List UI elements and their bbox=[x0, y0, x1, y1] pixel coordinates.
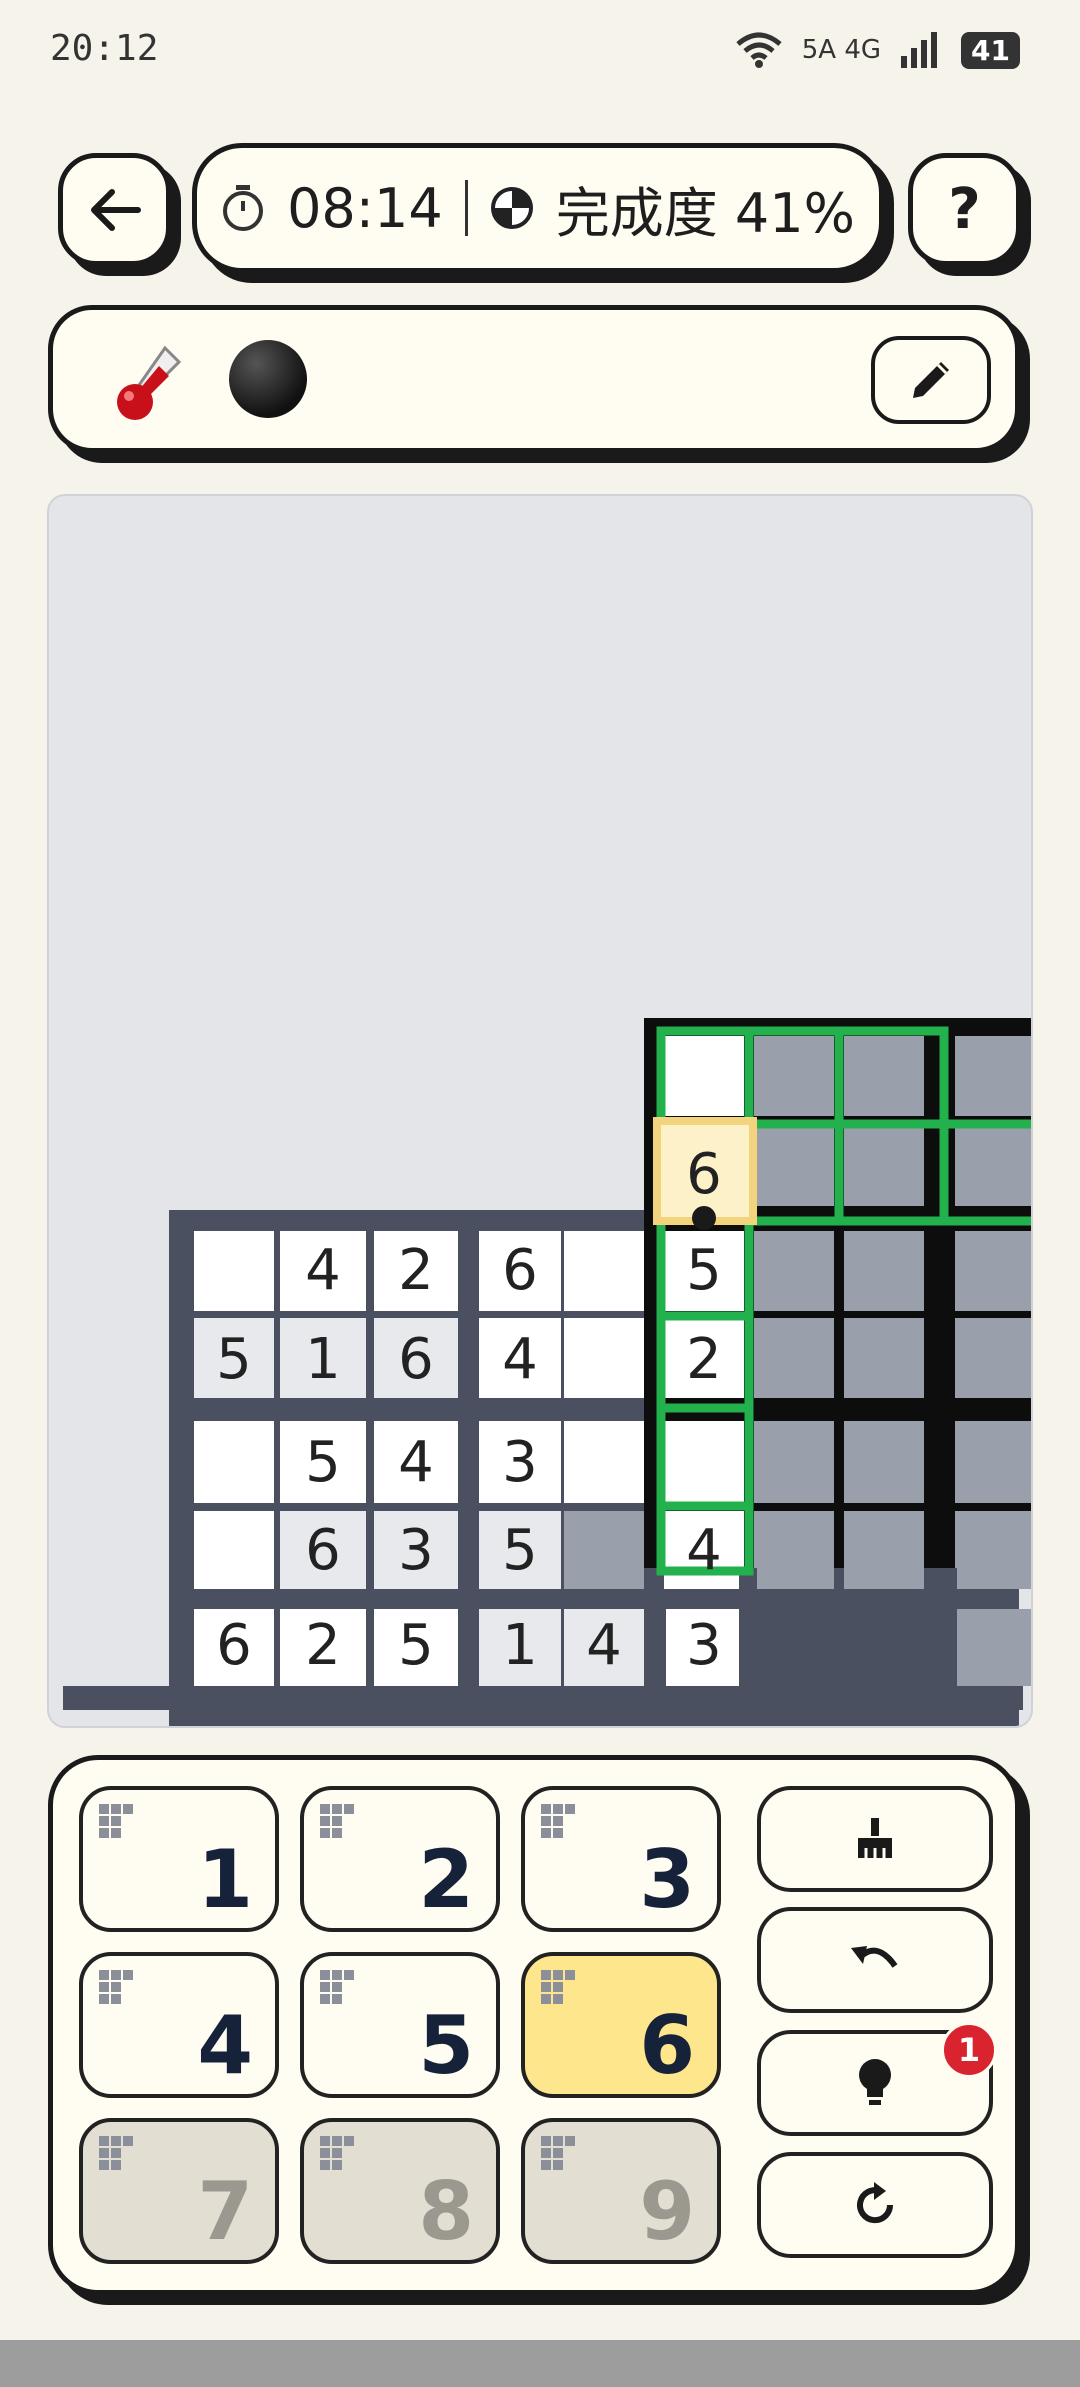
undo-button[interactable] bbox=[757, 1907, 993, 2013]
board-cell-value[interactable]: 4 bbox=[398, 1430, 434, 1495]
board-cell-value[interactable]: 3 bbox=[398, 1518, 434, 1583]
board-cell-value[interactable]: 4 bbox=[305, 1238, 341, 1303]
board-cell-value[interactable]: 2 bbox=[686, 1327, 722, 1392]
number-key-6[interactable]: 6 bbox=[521, 1952, 721, 2098]
gray-cells bbox=[754, 1036, 1031, 1686]
lightbulb-icon bbox=[859, 2059, 891, 2105]
pencil-mode-button[interactable] bbox=[871, 336, 991, 424]
notes-grid-icon bbox=[541, 1804, 575, 1838]
board-cell-value[interactable]: 5 bbox=[686, 1238, 722, 1303]
system-nav-bar bbox=[0, 2340, 1080, 2387]
black-ball-icon[interactable] bbox=[229, 340, 307, 418]
signal-icon bbox=[901, 32, 938, 68]
broom-icon bbox=[858, 1818, 892, 1858]
number-key-label: 8 bbox=[418, 2165, 474, 2258]
board-cell-value[interactable]: 1 bbox=[305, 1327, 341, 1392]
battery-indicator: 41 bbox=[961, 31, 1020, 69]
number-key-7[interactable]: 7 bbox=[79, 2118, 279, 2264]
notes-grid-icon bbox=[320, 1970, 354, 2004]
undo-icon bbox=[851, 1946, 898, 1968]
number-key-1[interactable]: 1 bbox=[79, 1786, 279, 1932]
notes-grid-icon bbox=[99, 2136, 133, 2170]
number-key-2[interactable]: 2 bbox=[300, 1786, 500, 1932]
number-key-label: 4 bbox=[197, 1999, 253, 2092]
notes-grid-icon bbox=[541, 2136, 575, 2170]
stats-divider bbox=[464, 180, 468, 236]
board-cell-value[interactable]: 5 bbox=[216, 1327, 252, 1392]
board-cell-value[interactable]: 3 bbox=[686, 1613, 722, 1678]
board-cell-value[interactable]: 5 bbox=[305, 1430, 341, 1495]
number-key-3[interactable]: 3 bbox=[521, 1786, 721, 1932]
number-key-9[interactable]: 9 bbox=[521, 2118, 721, 2264]
constraint-toolbar bbox=[48, 305, 1020, 453]
board-bottom-bar bbox=[63, 1686, 1023, 1710]
board-cell-value[interactable]: 4 bbox=[686, 1518, 722, 1583]
board-cell-value[interactable]: 4 bbox=[586, 1613, 622, 1678]
ball-marker bbox=[692, 1206, 716, 1230]
network-label: 5A 4G bbox=[801, 35, 882, 65]
board-cell-value[interactable]: 1 bbox=[502, 1613, 538, 1678]
help-button[interactable]: ? bbox=[908, 153, 1021, 266]
board-cell-value[interactable]: 3 bbox=[502, 1430, 538, 1495]
number-key-label: 9 bbox=[639, 2165, 695, 2258]
status-icons: 5A 4G 41 bbox=[734, 30, 1020, 70]
board-cell-value[interactable]: 2 bbox=[305, 1613, 341, 1678]
erase-button[interactable] bbox=[757, 1786, 993, 1892]
progress-pie-icon bbox=[490, 187, 533, 229]
pencil-icon bbox=[913, 362, 949, 398]
number-key-label: 5 bbox=[418, 1999, 474, 2092]
hint-count-badge: 1 bbox=[941, 2022, 997, 2078]
number-key-5[interactable]: 5 bbox=[300, 1952, 500, 2098]
notes-grid-icon bbox=[541, 1970, 575, 2004]
status-time: 20:12 bbox=[50, 28, 159, 69]
board-cell-value[interactable]: 5 bbox=[502, 1518, 538, 1583]
board-cell-value[interactable]: 6 bbox=[216, 1613, 252, 1678]
back-button[interactable] bbox=[58, 153, 171, 266]
number-key-4[interactable]: 4 bbox=[79, 1952, 279, 2098]
board-grid[interactable]: 4 2 6 55 1 6 4 25 4 36 3 5 46 2 5 1 4 3 6 bbox=[49, 496, 1033, 1728]
stats-panel: 08:14 完成度 41% bbox=[192, 143, 884, 273]
number-key-8[interactable]: 8 bbox=[300, 2118, 500, 2264]
number-key-label: 6 bbox=[639, 1999, 695, 2092]
keypad-panel: 1 2 3 4 5 6 7 8 9 1 bbox=[48, 1755, 1020, 2295]
board-cell-value[interactable]: 6 bbox=[502, 1238, 538, 1303]
notes-grid-icon bbox=[320, 2136, 354, 2170]
board-cell-value[interactable]: 6 bbox=[398, 1327, 434, 1392]
hint-button[interactable]: 1 bbox=[757, 2022, 997, 2136]
progress-label: 完成度 41% bbox=[555, 181, 855, 245]
number-key-label: 1 bbox=[197, 1833, 253, 1926]
refresh-icon bbox=[857, 2182, 894, 2224]
board-cell-value[interactable]: 6 bbox=[305, 1518, 341, 1583]
wifi-icon bbox=[736, 32, 782, 68]
board-cell-value[interactable]: 4 bbox=[502, 1327, 538, 1392]
arrow-left-icon bbox=[90, 188, 141, 231]
board-cell-value[interactable]: 5 bbox=[398, 1613, 434, 1678]
number-key-label: 2 bbox=[418, 1833, 474, 1926]
number-key-label: 7 bbox=[197, 2165, 253, 2258]
timer-value: 08:14 bbox=[287, 176, 443, 240]
notes-grid-icon bbox=[99, 1804, 133, 1838]
selected-cell-value: 6 bbox=[686, 1142, 722, 1207]
notes-grid-icon bbox=[99, 1970, 133, 2004]
puzzle-board[interactable]: 4265516425436354625143 6 bbox=[47, 494, 1033, 1728]
timer-icon bbox=[223, 185, 264, 231]
restart-button[interactable] bbox=[757, 2152, 993, 2258]
thermometer-icon[interactable] bbox=[107, 338, 197, 428]
number-key-label: 3 bbox=[639, 1833, 695, 1926]
notes-grid-icon bbox=[320, 1804, 354, 1838]
board-cell-value[interactable]: 2 bbox=[398, 1238, 434, 1303]
